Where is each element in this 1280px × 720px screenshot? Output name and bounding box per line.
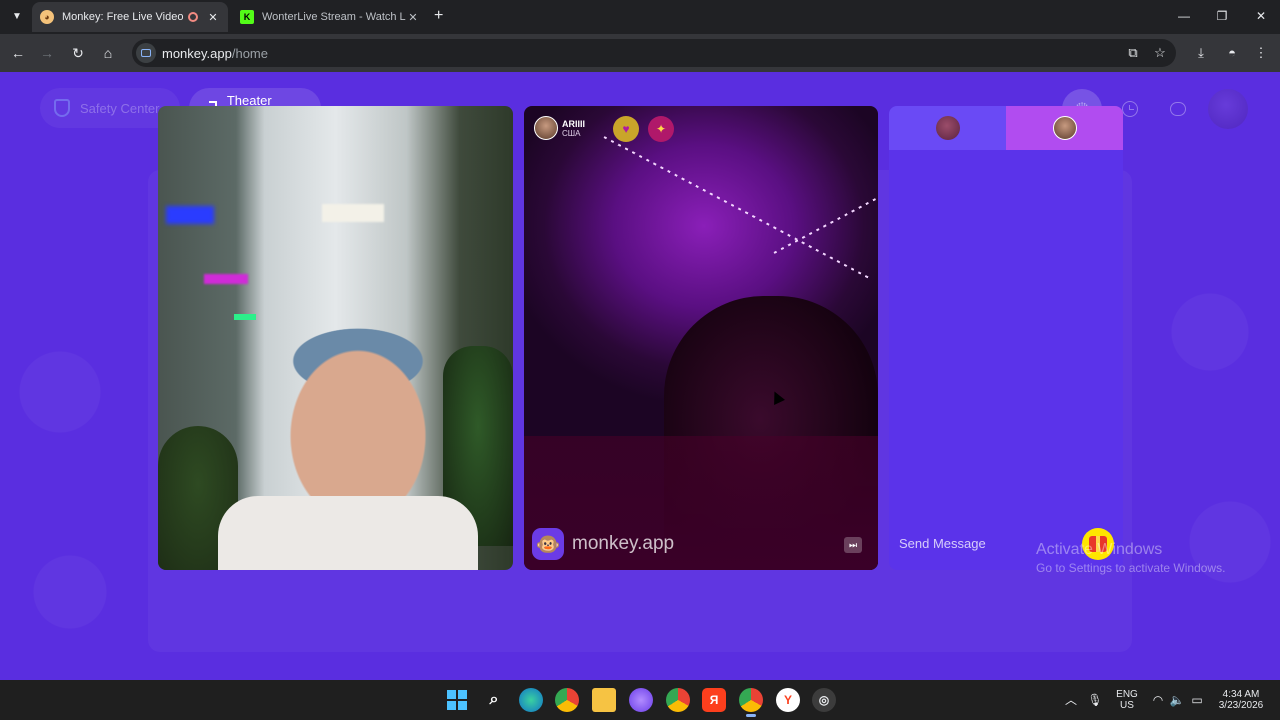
gift-badge-icon[interactable]: ✦ (648, 116, 674, 142)
heart-badge-icon[interactable]: ♥ (613, 116, 639, 142)
clock[interactable]: 4:34 AM 3/23/2026 (1212, 680, 1270, 720)
tab-monkey[interactable]: ◕ Monkey: Free Live Video Chat ✕ (32, 2, 228, 32)
file-explorer-icon[interactable] (592, 688, 616, 712)
chat-tab-partner[interactable] (1006, 106, 1123, 150)
activate-windows-title: Activate Windows (1036, 541, 1163, 558)
windows-start-icon[interactable] (445, 688, 469, 712)
self-avatar (935, 116, 960, 140)
minimize-button[interactable]: — (1165, 0, 1203, 34)
local-video (158, 106, 513, 570)
menu-kebab-icon[interactable]: ⋮ (1250, 42, 1272, 64)
bookmark-star-icon[interactable]: ☆ (1149, 42, 1171, 64)
shield-icon (54, 99, 70, 117)
yandex-browser-icon[interactable]: Y (776, 688, 800, 712)
tab-title: Monkey: Free Live Video Chat (62, 11, 184, 23)
new-tab-button[interactable]: + (434, 8, 443, 24)
url-text: monkey.app/home (162, 45, 268, 61)
back-button[interactable]: ← (7, 42, 29, 64)
activate-windows-watermark: Activate Windows Go to Settings to activ… (1036, 540, 1225, 576)
microphone-icon[interactable]: 🎙 (1086, 691, 1104, 709)
chat-tab-self[interactable] (889, 106, 1006, 150)
camera-site-icon[interactable] (136, 43, 156, 63)
tray-overflow-icon[interactable]: ︿ (1062, 691, 1080, 709)
download-icon[interactable]: ⤓ (1190, 42, 1212, 64)
tab-search-button[interactable]: ▼ (6, 6, 28, 28)
monkey-watermark: 🐵 monkey.app (532, 528, 674, 560)
chrome-icon[interactable] (666, 688, 690, 712)
clock-date: 3/23/2026 (1218, 700, 1264, 711)
messages-icon[interactable] (1158, 89, 1198, 129)
language-region: US (1120, 700, 1134, 711)
clock-time: 4:34 AM (1222, 689, 1260, 700)
close-tab-icon[interactable]: ✕ (406, 11, 420, 24)
language-indicator[interactable]: ENG US (1112, 680, 1142, 720)
browser-toolbar: ← → ↻ ⌂ monkey.app/home ⧉ ☆ ⤓ ◓ ⋮ (0, 34, 1280, 72)
tab-wonterlive[interactable]: K WonterLive Stream - Watch Live ✕ (232, 2, 428, 32)
language-code: ENG (1116, 689, 1138, 700)
remote-video: ARIIII США ♥ ✦ 🐵 monkey.app ⏭ (524, 106, 878, 570)
alice-assistant-icon[interactable] (629, 688, 653, 712)
obs-recorder-icon[interactable]: ◎ (812, 688, 836, 712)
remote-user-info[interactable]: ARIIII США (534, 116, 585, 140)
yandex-icon[interactable]: Я (702, 688, 726, 712)
restore-button[interactable]: ❐ (1203, 0, 1241, 34)
remote-user-country: США (562, 128, 581, 138)
address-bar[interactable]: monkey.app/home (132, 39, 1176, 67)
remote-user-name: ARIIII (562, 118, 586, 129)
chat-messages (889, 150, 1123, 516)
partner-avatar (1052, 116, 1077, 140)
reload-button[interactable]: ↻ (67, 42, 89, 64)
skip-next-icon[interactable]: ⏭ (844, 537, 862, 553)
chrome-active-icon[interactable] (739, 688, 763, 717)
volume-icon[interactable]: 🔈 (1168, 691, 1186, 709)
forward-button[interactable]: → (36, 42, 58, 64)
edge-icon[interactable] (519, 688, 543, 712)
browser-tabbar: ▼ ◕ Monkey: Free Live Video Chat ✕ K Won… (0, 0, 1280, 34)
activate-windows-subtitle: Go to Settings to activate Windows. (1036, 561, 1226, 575)
install-app-icon[interactable]: ⧉ (1122, 42, 1144, 64)
chat-panel (889, 106, 1123, 570)
search-icon[interactable]: ⌕ (482, 688, 506, 712)
wifi-icon[interactable]: ◠ (1149, 691, 1167, 709)
home-button[interactable]: ⌂ (97, 42, 119, 64)
windows-taskbar: ⌕ Я Y ◎ ︿ 🎙 ENG US ◠ 🔈 ▭ 4:34 AM 3/23/20… (0, 680, 1280, 720)
close-window-button[interactable]: ✕ (1242, 0, 1280, 34)
monkey-favicon-icon: ◕ (40, 10, 54, 24)
close-tab-icon[interactable]: ✕ (206, 11, 220, 24)
kick-favicon-icon: K (240, 10, 254, 24)
watermark-text: monkey.app (572, 533, 675, 554)
chrome-canary-icon[interactable] (555, 688, 579, 712)
safety-center-label: Safety Center (80, 100, 160, 116)
monkey-logo-icon: 🐵 (532, 528, 564, 560)
remote-user-avatar[interactable] (534, 116, 558, 140)
tab-title: WonterLive Stream - Watch Live (262, 11, 406, 23)
profile-avatar[interactable] (1208, 89, 1248, 129)
profile-incognito-icon[interactable]: ◓ (1221, 42, 1243, 64)
battery-icon[interactable]: ▭ (1188, 691, 1206, 709)
recording-indicator-icon (188, 12, 198, 22)
